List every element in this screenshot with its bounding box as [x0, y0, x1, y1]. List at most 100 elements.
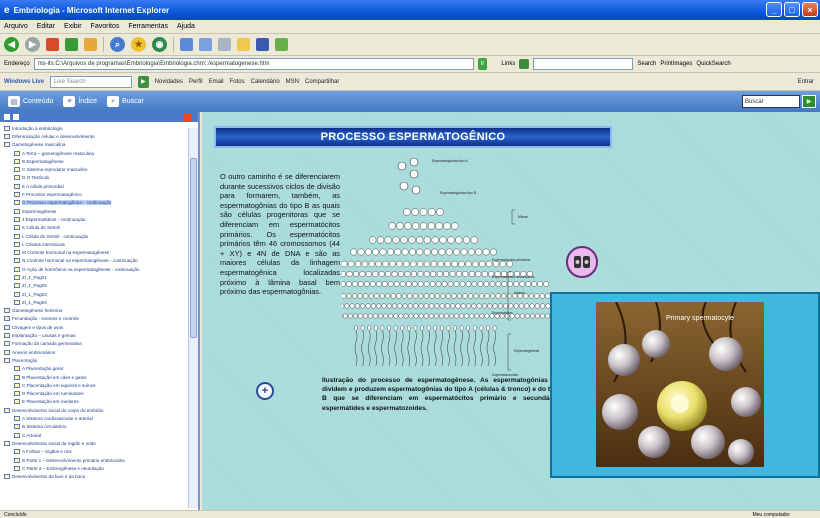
toolbar-search-input[interactable] — [533, 58, 634, 70]
go-button[interactable]: Ir — [477, 58, 488, 70]
menu-editar[interactable]: Editar — [37, 23, 55, 30]
tree-item[interactable]: Zi_1_Pag04 — [4, 298, 198, 306]
tree-item[interactable]: Fecundação - eventos e controle — [4, 315, 198, 323]
address-input[interactable]: ms-its:C:\Arquivos de programas\Embriolo… — [33, 58, 474, 70]
tree-item[interactable]: C Parte 2 – Embriogênese e neurulação — [4, 464, 198, 472]
toolbar-search-button[interactable]: Search — [637, 61, 656, 67]
linksbar-item-fotos[interactable]: Fotos — [230, 79, 245, 85]
audio-speaker-button[interactable] — [566, 246, 598, 278]
mail-icon[interactable] — [199, 38, 212, 51]
menu-ajuda[interactable]: Ajuda — [177, 23, 195, 30]
tree-item[interactable]: A Terra – gametogênese masculina — [4, 149, 198, 157]
sidebar-scrollbar[interactable] — [188, 128, 198, 508]
tree-item[interactable]: E Placentação em roedores — [4, 398, 198, 406]
history-icon[interactable] — [180, 38, 193, 51]
tree-item[interactable]: A Placentação geral — [4, 365, 198, 373]
tree-item[interactable]: O Ação de hormônios na espermatogênese -… — [4, 265, 198, 273]
back-icon[interactable]: ◀ — [4, 37, 19, 52]
favorites-icon[interactable]: ★ — [131, 37, 146, 52]
conteudo-tab[interactable]: ▤ Conteúdo — [8, 96, 53, 107]
buscar-tab[interactable]: ⌕ Buscar — [107, 96, 144, 107]
tree-item[interactable]: Espermiogênese — [4, 207, 198, 215]
linksbar-item-compartilhar[interactable]: Compartilhar — [305, 79, 339, 85]
tree-item[interactable]: Desenvolvimento inicial da região e onde — [4, 439, 198, 447]
menu-favoritos[interactable]: Favoritos — [91, 23, 120, 30]
tree-item[interactable]: E A célula primordial — [4, 182, 198, 190]
tree-item[interactable]: B Sistema circulatório — [4, 423, 198, 431]
tree-item[interactable]: Formação da camada germinativa — [4, 340, 198, 348]
menu-arquivo[interactable]: Arquivo — [4, 23, 28, 30]
spermatozoon-head — [446, 325, 451, 331]
tree-item[interactable]: Zi_1_Pag03 — [4, 290, 198, 298]
next-page-button[interactable]: + — [256, 382, 274, 400]
tree-item[interactable]: Desenvolvimento inicial do corpo do embr… — [4, 406, 198, 414]
refresh-icon[interactable] — [65, 38, 78, 51]
tree-item[interactable]: Gametogênese masculina — [4, 141, 198, 149]
entrar-link[interactable]: Entrar — [798, 79, 814, 85]
minimize-button[interactable]: _ — [766, 2, 782, 17]
tree-item[interactable]: Gametogênese feminina — [4, 307, 198, 315]
indice-tab[interactable]: ≡ Índice — [63, 96, 97, 107]
tree-item[interactable]: N Controle hormonal na espermatogênese -… — [4, 257, 198, 265]
media-icon[interactable]: ◉ — [152, 37, 167, 52]
search-icon[interactable]: ⌕ — [110, 37, 125, 52]
tree-item[interactable]: C Arterial — [4, 431, 198, 439]
tree-item[interactable]: C Sistema reprodutor masculino — [4, 165, 198, 173]
tree-item[interactable]: Implantação – causas e gemas — [4, 331, 198, 339]
tree-item[interactable]: B Parte 1 – Desenvolvimento primário emb… — [4, 456, 198, 464]
scrollbar-thumb[interactable] — [190, 158, 197, 338]
stop-icon[interactable] — [46, 38, 59, 51]
folder-icon[interactable] — [237, 38, 250, 51]
quicksearch-button[interactable]: QuickSearch — [696, 61, 730, 67]
help-search-go-button[interactable]: ▶ — [802, 95, 816, 108]
windows-live-logo[interactable]: Windows Live — [4, 79, 44, 85]
tree-item[interactable]: Introdução à embriologia — [4, 124, 198, 132]
sidebar-close-icon[interactable] — [183, 113, 192, 121]
video-frame[interactable]: Primary spermatocyte — [596, 302, 764, 467]
help-search-input[interactable]: Buscar — [742, 95, 800, 108]
tree-item[interactable]: F Processo espermatogênico — [4, 190, 198, 198]
tree-item[interactable]: G Processo espermatogênico - continuação — [4, 199, 198, 207]
linksbar-item-email[interactable]: Email — [209, 79, 224, 85]
tree-item[interactable]: A Sistema cardiovascular e arterial — [4, 414, 198, 422]
tree-item[interactable]: B Espermatogênese — [4, 157, 198, 165]
forward-icon[interactable]: ▶ — [25, 37, 40, 52]
tree-item[interactable]: J Espermatídeos - continuação — [4, 215, 198, 223]
tree-item[interactable]: D Placentação em ruminantes — [4, 390, 198, 398]
tree-item[interactable]: L Célula de Sertoli - continuação — [4, 232, 198, 240]
linksbar-item-msn[interactable]: MSN — [286, 79, 299, 85]
sidebar-forward-icon[interactable] — [13, 114, 19, 120]
tree-item[interactable]: Placentação — [4, 356, 198, 364]
tree-item[interactable]: K Célula de Sertoli — [4, 224, 198, 232]
tree-item[interactable]: Clivagem e tipos de ovos — [4, 323, 198, 331]
tree-item[interactable]: M Controle hormonal na espermatogênese — [4, 248, 198, 256]
google-toolbar-icon[interactable] — [519, 59, 530, 69]
live-search-go-button[interactable]: ▶ — [137, 75, 149, 88]
linksbar-item-perfil[interactable]: Perfil — [189, 79, 203, 85]
tree-item[interactable]: Zi_1_Pag02 — [4, 282, 198, 290]
cell — [347, 313, 353, 319]
tree-item[interactable]: A Folhas – órgãos e rins — [4, 448, 198, 456]
sidebar-back-icon[interactable] — [4, 114, 10, 120]
links-label[interactable]: Links — [501, 61, 515, 67]
tree-item[interactable]: C Placentação em equinos e suínos — [4, 381, 198, 389]
print-images-button[interactable]: PrintImages — [660, 61, 692, 67]
tree-item[interactable]: Desenvolvimento da face e da boca — [4, 472, 198, 480]
messenger-icon[interactable] — [275, 38, 288, 51]
edit-icon[interactable] — [256, 38, 269, 51]
tree-item[interactable]: Anexos embrionários — [4, 348, 198, 356]
menu-ferramentas[interactable]: Ferramentas — [128, 23, 168, 30]
home-icon[interactable] — [84, 38, 97, 51]
live-search-input[interactable]: Live Search — [49, 75, 132, 88]
tree-item[interactable]: Zi_1_Pag01 — [4, 273, 198, 281]
tree-item[interactable]: Diferenciação celular e desenvolvimento — [4, 132, 198, 140]
tree-item[interactable]: L Células intersticiais — [4, 240, 198, 248]
tree-item[interactable]: D O Testículo — [4, 174, 198, 182]
maximize-button[interactable]: □ — [784, 2, 800, 17]
linksbar-item-novidades[interactable]: Novidades — [155, 79, 183, 85]
tree-item[interactable]: B Placentação em cães e gatos — [4, 373, 198, 381]
print-icon[interactable] — [218, 38, 231, 51]
menu-exibir[interactable]: Exibir — [64, 23, 82, 30]
close-button[interactable]: × — [802, 2, 818, 17]
linksbar-item-calendario[interactable]: Calendário — [251, 79, 280, 85]
